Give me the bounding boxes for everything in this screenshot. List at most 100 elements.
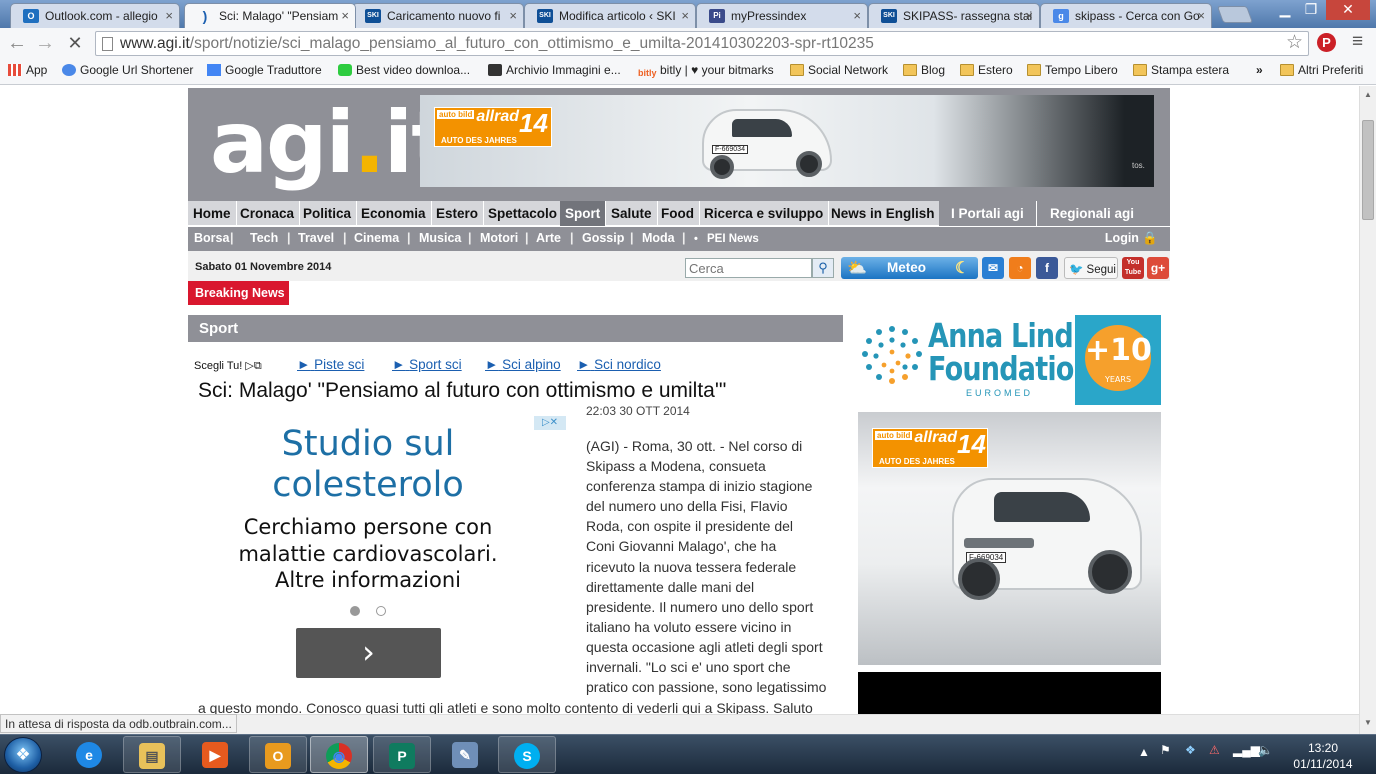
video-ad-placeholder[interactable] — [858, 672, 1161, 714]
carousel-dot-active[interactable] — [350, 606, 360, 616]
facebook-icon[interactable]: f — [1036, 257, 1058, 279]
subnav-pei-news[interactable]: PEI News — [707, 233, 759, 245]
email-icon[interactable]: ✉ — [982, 257, 1004, 279]
nav-home[interactable]: Home — [188, 201, 237, 226]
nav-cronaca[interactable]: Cronaca — [235, 201, 301, 226]
new-tab-button[interactable] — [1216, 6, 1254, 23]
bookmark-folder-tempo-libero[interactable]: Tempo Libero — [1027, 63, 1118, 77]
start-button[interactable]: ❖ — [4, 737, 42, 773]
tab-close-icon[interactable]: × — [509, 8, 517, 23]
taskbar-publisher[interactable]: P — [373, 736, 431, 773]
scegli-tu-label[interactable]: Scegli Tu! ▷⧉ — [194, 359, 262, 373]
taskbar-media-player[interactable]: ▶ — [186, 736, 244, 773]
bookmark-archivio[interactable]: Archivio Immagini e... — [488, 63, 621, 77]
tag-link-sport-sci[interactable]: ► Sport sci — [392, 357, 462, 372]
twitter-follow-button[interactable]: 🐦 Segui — [1064, 257, 1118, 279]
bookmark-video-downloader[interactable]: Best video downloa... — [338, 63, 470, 77]
stop-loading-icon[interactable]: ✕ — [64, 32, 86, 54]
tab-close-icon[interactable]: × — [165, 8, 173, 23]
bookmark-folder-altri-preferiti[interactable]: Altri Preferiti — [1280, 63, 1363, 77]
rss-icon[interactable]: ◔ — [1009, 257, 1031, 279]
nav-salute[interactable]: Salute — [606, 201, 658, 226]
tab-close-icon[interactable]: × — [341, 8, 349, 23]
browser-tab[interactable]: g skipass - Cerca con Go × — [1040, 3, 1212, 28]
login-link[interactable]: Login 🔒 — [1105, 231, 1158, 246]
volume-muted-icon[interactable]: 🔈 — [1258, 743, 1273, 757]
bookmark-folder-stampa-estera[interactable]: Stampa estera — [1133, 63, 1229, 77]
subnav-tech[interactable]: Tech — [250, 231, 278, 245]
subnav-cinema[interactable]: Cinema — [354, 231, 399, 245]
browser-tab[interactable]: O Outlook.com - allegio × — [10, 3, 180, 28]
address-bar[interactable]: www.agi.it/sport/notizie/sci_malago_pens… — [95, 31, 1309, 56]
security-alert-icon[interactable]: ⚠ — [1209, 743, 1220, 757]
taskbar-chrome[interactable]: ◉ — [310, 736, 368, 773]
network-signal-icon[interactable]: ▂▄▆ — [1233, 743, 1260, 757]
vertical-scrollbar[interactable]: ▲ ▼ — [1359, 86, 1376, 734]
nav-regionali-agi[interactable]: Regionali agi — [1037, 201, 1170, 226]
advertisement[interactable]: ▷✕ Studio sul colesterolo Cerchiamo perso… — [216, 416, 566, 686]
browser-menu-icon[interactable]: ≡ — [1352, 31, 1363, 53]
nav-politica[interactable]: Politica — [298, 201, 358, 226]
taskbar-explorer[interactable]: ▤ — [123, 736, 181, 773]
carousel-dot[interactable] — [376, 606, 386, 616]
system-clock[interactable]: 13:20 01/11/2014 — [1279, 740, 1367, 772]
taskbar-paint[interactable]: ✎ — [436, 736, 494, 773]
anna-lindh-banner[interactable]: Anna Lindh Foundation EUROMED +10 YEARS — [858, 315, 1161, 405]
scrollbar-thumb[interactable] — [1362, 120, 1374, 220]
action-center-flag-icon[interactable]: ⚑ — [1160, 743, 1171, 757]
bookmark-folder-social[interactable]: Social Network — [790, 63, 888, 77]
bookmark-folder-blog[interactable]: Blog — [903, 63, 945, 77]
nav-i-portali-agi[interactable]: I Portali agi — [939, 201, 1037, 226]
tag-link-sci-nordico[interactable]: ► Sci nordico — [577, 357, 661, 372]
tab-close-icon[interactable]: × — [853, 8, 861, 23]
nav-food[interactable]: Food — [656, 201, 700, 226]
subnav-gossip[interactable]: Gossip — [582, 231, 624, 245]
bookmark-translate[interactable]: Google Traduttore — [207, 63, 322, 77]
bookmark-folder-estero[interactable]: Estero — [960, 63, 1013, 77]
subnav-motori[interactable]: Motori — [480, 231, 518, 245]
scroll-down-arrow-icon[interactable]: ▼ — [1364, 718, 1372, 727]
minimize-icon[interactable]: ▁ — [1272, 0, 1298, 20]
bookmark-url-shortener[interactable]: Google Url Shortener — [62, 63, 193, 77]
forward-arrow-icon[interactable]: → — [34, 32, 56, 54]
window-close-icon[interactable]: ✕ — [1326, 0, 1370, 20]
dropbox-icon[interactable]: ❖ — [1185, 743, 1196, 757]
pinterest-icon[interactable]: P — [1317, 33, 1336, 52]
tab-close-icon[interactable]: × — [1025, 8, 1033, 23]
back-arrow-icon[interactable]: ← — [6, 32, 28, 54]
youtube-icon[interactable]: You Tube — [1122, 257, 1144, 279]
bookmark-star-icon[interactable]: ☆ — [1286, 31, 1303, 54]
browser-tab-active[interactable]: ) Sci: Malago' "Pensiam × — [184, 3, 356, 28]
browser-tab[interactable]: SKI Caricamento nuovo fi × — [352, 3, 524, 28]
taskbar-skype[interactable]: S — [498, 736, 556, 773]
bookmarks-overflow-chevron-icon[interactable]: » — [1256, 63, 1263, 77]
show-hidden-icons-arrow-icon[interactable]: ▲ — [1138, 745, 1150, 759]
subnav-musica[interactable]: Musica — [419, 231, 461, 245]
search-icon[interactable]: ⚲ — [812, 258, 834, 278]
nav-economia[interactable]: Economia — [356, 201, 432, 226]
subnav-borsa[interactable]: Borsa — [194, 231, 229, 245]
bookmark-bitly[interactable]: bitly bitly | ♥ your bitmarks — [638, 63, 774, 80]
tag-link-piste-sci[interactable]: ► Piste sci — [297, 357, 364, 372]
nav-news-in-english[interactable]: News in English — [826, 201, 941, 226]
nav-estero[interactable]: Estero — [431, 201, 485, 226]
google-plus-icon[interactable]: g+ — [1147, 257, 1169, 279]
nav-ricerca-e-sviluppo[interactable]: Ricerca e sviluppo — [699, 201, 830, 226]
browser-tab[interactable]: SKI SKIPASS- rassegna stai × — [868, 3, 1040, 28]
opel-mokka-top-banner[interactable]: auto bild allrad14 AUTO DES JAHRES F-6690… — [420, 95, 1154, 187]
search-input[interactable] — [685, 258, 812, 278]
tag-link-sci-alpino[interactable]: ► Sci alpino — [485, 357, 561, 372]
agi-logo[interactable]: agi.it — [210, 88, 452, 198]
tab-close-icon[interactable]: × — [1197, 8, 1205, 23]
opel-mokka-side-banner[interactable]: auto bild allrad14 AUTO DES JAHRES F-6690… — [858, 412, 1161, 665]
browser-tab[interactable]: Pi myPressindex × — [696, 3, 868, 28]
maximize-icon[interactable]: ❐ — [1298, 0, 1324, 20]
bookmark-apps[interactable]: App — [8, 63, 47, 77]
subnav-arte[interactable]: Arte — [536, 231, 561, 245]
taskbar-ie[interactable]: e — [60, 736, 118, 773]
meteo-button[interactable]: ⛅ Meteo ☾ — [841, 257, 978, 279]
scroll-up-arrow-icon[interactable]: ▲ — [1364, 90, 1372, 99]
subnav-travel[interactable]: Travel — [298, 231, 334, 245]
nav-sport[interactable]: Sport — [560, 201, 607, 226]
browser-tab[interactable]: SKI Modifica articolo ‹ SKI × — [524, 3, 696, 28]
